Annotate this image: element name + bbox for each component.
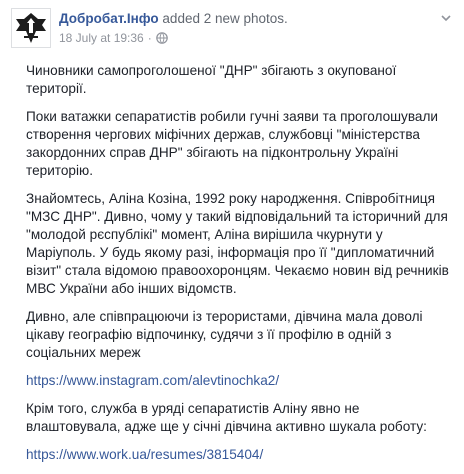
dobrobat-logo-icon <box>12 9 50 47</box>
post-paragraph-3: Знайомтесь, Аліна Козіна, 1992 року наро… <box>26 191 449 296</box>
post-paragraph-2: Поки ватажки сепаратистів робили гучні з… <box>26 109 438 178</box>
post-paragraph-4: Дивно, але співпрацюючи із терористами, … <box>26 309 423 360</box>
instagram-link[interactable]: https://www.instagram.com/alevtinochka2/ <box>26 373 279 388</box>
work-ua-link[interactable]: https://www.work.ua/resumes/3815404/ <box>26 447 263 462</box>
post-header: Добробат.Інфо added 2 new photos. 18 Jul… <box>11 8 456 52</box>
chevron-down-icon[interactable] <box>440 12 452 24</box>
post-author-line: Добробат.Інфо added 2 new photos. <box>59 10 288 27</box>
avatar[interactable] <box>11 8 51 48</box>
post-meta: 18 July at 19:36 · <box>59 30 168 46</box>
post-action-text: added 2 new photos. <box>158 11 288 26</box>
post-paragraph-5: Крім того, служба в уряді сепаратистів А… <box>26 401 427 434</box>
post-timestamp[interactable]: 18 July at 19:36 <box>59 30 144 46</box>
post-body: Чиновники самопроголошеної "ДНР" збігают… <box>26 62 450 474</box>
meta-separator: · <box>147 31 152 45</box>
author-name-link[interactable]: Добробат.Інфо <box>59 11 159 26</box>
post-paragraph-1: Чиновники самопроголошеної "ДНР" збігают… <box>26 63 397 96</box>
globe-icon[interactable] <box>155 32 168 44</box>
